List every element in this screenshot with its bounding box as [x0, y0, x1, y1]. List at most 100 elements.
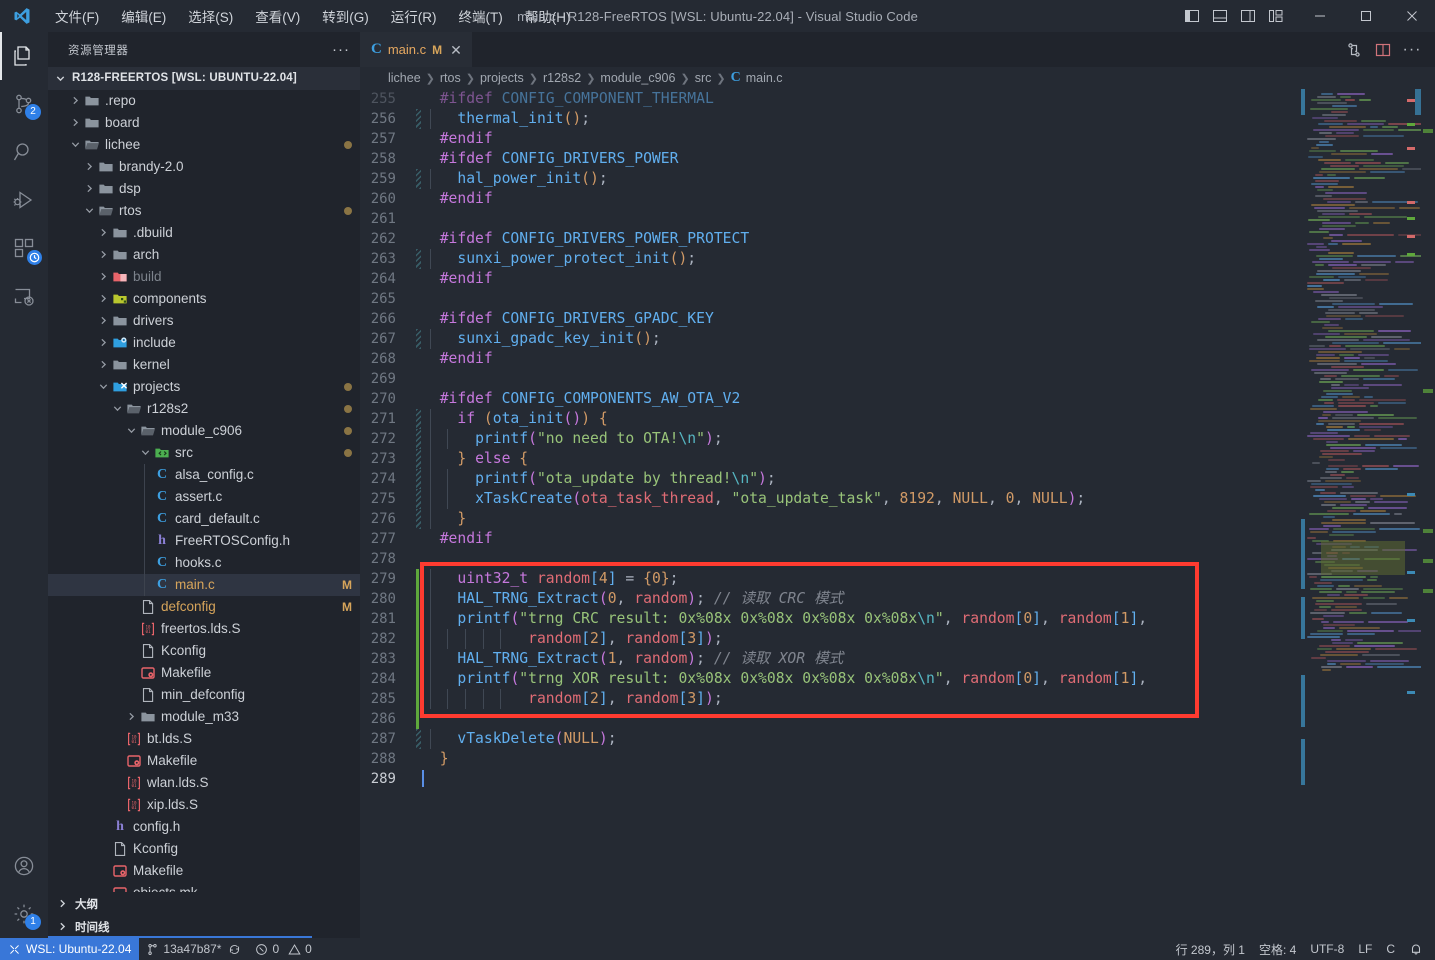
tree-file-row[interactable]: Kconfig: [48, 640, 360, 662]
menu-selection[interactable]: 选择(S): [177, 3, 244, 29]
tree-folder-row[interactable]: include: [48, 332, 360, 354]
tree-file-row[interactable]: hconfig.h: [48, 816, 360, 838]
timeline-section[interactable]: 时间线: [48, 915, 360, 938]
status-language-mode[interactable]: C: [1379, 938, 1402, 960]
tree-folder-row[interactable]: .dbuild: [48, 222, 360, 244]
code-line[interactable]: 275 xTaskCreate(ota_task_thread, "ota_up…: [360, 489, 1301, 509]
tree-folder-row[interactable]: arch: [48, 244, 360, 266]
line-content[interactable]: printf("ota_update by thread!\n");: [412, 469, 776, 489]
chevron-right-icon[interactable]: [96, 337, 110, 348]
maximize-button[interactable]: [1343, 0, 1389, 32]
tree-folder-row[interactable]: brandy-2.0: [48, 156, 360, 178]
tree-folder-row[interactable]: rtos: [48, 200, 360, 222]
code-line[interactable]: 268 #endif: [360, 349, 1301, 369]
line-content[interactable]: [412, 769, 424, 789]
tree-folder-row[interactable]: r128s2: [48, 398, 360, 420]
breadcrumb-item[interactable]: module_c906: [600, 71, 675, 85]
tree-folder-row[interactable]: build: [48, 266, 360, 288]
tree-folder-row[interactable]: .repo: [48, 90, 360, 112]
line-content[interactable]: printf("trng XOR result: 0x%08x 0x%08x 0…: [412, 669, 1147, 689]
explorer-more-actions-icon[interactable]: ···: [332, 42, 350, 57]
tree-file-row[interactable]: Makefile: [48, 662, 360, 684]
code-line[interactable]: 281 printf("trng CRC result: 0x%08x 0x%0…: [360, 609, 1301, 629]
line-content[interactable]: random[2], random[3]);: [412, 689, 723, 709]
code-line[interactable]: 267 sunxi_gpadc_key_init();: [360, 329, 1301, 349]
line-content[interactable]: printf("trng CRC result: 0x%08x 0x%08x 0…: [412, 609, 1147, 629]
sync-icon[interactable]: [228, 943, 241, 956]
more-actions-icon[interactable]: ···: [1399, 37, 1425, 63]
chevron-down-icon[interactable]: [124, 425, 138, 436]
line-content[interactable]: random[2], random[3]);: [412, 629, 723, 649]
code-line[interactable]: 280 HAL_TRNG_Extract(0, random); // 读取 C…: [360, 589, 1301, 609]
chevron-right-icon[interactable]: [68, 117, 82, 128]
breadcrumb-item[interactable]: src: [695, 71, 712, 85]
tree-file-row[interactable]: Makefile: [48, 860, 360, 882]
code-line[interactable]: 260 #endif: [360, 189, 1301, 209]
close-icon[interactable]: ✕: [450, 43, 462, 57]
line-content[interactable]: #endif: [412, 529, 493, 549]
line-content[interactable]: #ifdef CONFIG_COMPONENTS_AW_OTA_V2: [412, 389, 740, 409]
menu-view[interactable]: 查看(V): [244, 3, 311, 29]
tree-folder-row[interactable]: board: [48, 112, 360, 134]
tree-file-row[interactable]: Cmain.cM: [48, 574, 360, 596]
chevron-right-icon[interactable]: [96, 249, 110, 260]
line-content[interactable]: #endif: [412, 269, 493, 289]
activity-manage[interactable]: 1: [0, 890, 48, 938]
chevron-right-icon[interactable]: [96, 315, 110, 326]
menu-go[interactable]: 转到(G): [311, 3, 380, 29]
tree-file-row[interactable]: 1001xip.lds.S: [48, 794, 360, 816]
chevron-right-icon[interactable]: [82, 183, 96, 194]
chevron-right-icon[interactable]: [96, 271, 110, 282]
outline-section[interactable]: 大纲: [48, 892, 360, 915]
code-line[interactable]: 257 #endif: [360, 129, 1301, 149]
code-editor[interactable]: 255 #ifdef CONFIG_COMPONENT_THERMAL256 t…: [360, 89, 1435, 938]
menu-terminal[interactable]: 终端(T): [448, 3, 514, 29]
line-content[interactable]: #endif: [412, 129, 493, 149]
code-line[interactable]: 274 printf("ota_update by thread!\n");: [360, 469, 1301, 489]
code-scroll-area[interactable]: 255 #ifdef CONFIG_COMPONENT_THERMAL256 t…: [360, 89, 1301, 938]
code-line[interactable]: 282 random[2], random[3]);: [360, 629, 1301, 649]
tree-folder-row[interactable]: src: [48, 442, 360, 464]
status-branch[interactable]: 13a47b87*: [139, 938, 248, 960]
line-content[interactable]: hal_power_init();: [412, 169, 608, 189]
activity-run-debug[interactable]: [0, 176, 48, 224]
code-line[interactable]: 263 sunxi_power_protect_init();: [360, 249, 1301, 269]
breadcrumb-item[interactable]: projects: [480, 71, 524, 85]
line-content[interactable]: xTaskCreate(ota_task_thread, "ota_update…: [412, 489, 1085, 509]
toggle-primary-sidebar-icon[interactable]: [1179, 3, 1205, 29]
breadcrumb-item[interactable]: rtos: [440, 71, 461, 85]
minimap[interactable]: [1301, 89, 1421, 938]
chevron-right-icon[interactable]: [96, 293, 110, 304]
file-tree[interactable]: .repoboardlicheebrandy-2.0dsprtos.dbuild…: [48, 90, 360, 892]
tree-file-row[interactable]: Cassert.c: [48, 486, 360, 508]
code-line[interactable]: 256 thermal_init();: [360, 109, 1301, 129]
tree-folder-row[interactable]: module_m33: [48, 706, 360, 728]
tree-file-row[interactable]: Ccard_default.c: [48, 508, 360, 530]
tree-folder-row[interactable]: module_c906: [48, 420, 360, 442]
code-line[interactable]: 288 }: [360, 749, 1301, 769]
status-cursor-position[interactable]: 行 289，列 1: [1169, 938, 1252, 960]
tree-folder-row[interactable]: lichee: [48, 134, 360, 156]
breadcrumb-file[interactable]: Cmain.c: [731, 70, 783, 86]
code-line[interactable]: 262 #ifdef CONFIG_DRIVERS_POWER_PROTECT: [360, 229, 1301, 249]
split-diff-icon[interactable]: [1341, 37, 1367, 63]
line-content[interactable]: }: [412, 509, 466, 529]
line-content[interactable]: #endif: [412, 189, 493, 209]
code-lines[interactable]: 255 #ifdef CONFIG_COMPONENT_THERMAL256 t…: [360, 89, 1301, 789]
status-eol[interactable]: LF: [1351, 938, 1379, 960]
line-content[interactable]: thermal_init();: [412, 109, 590, 129]
breadcrumb-item[interactable]: lichee: [388, 71, 421, 85]
line-content[interactable]: printf("no need to OTA!\n");: [412, 429, 723, 449]
code-line[interactable]: 272 printf("no need to OTA!\n");: [360, 429, 1301, 449]
tree-file-row[interactable]: 1001bt.lds.S: [48, 728, 360, 750]
line-content[interactable]: sunxi_gpadc_key_init();: [412, 329, 661, 349]
activity-explorer[interactable]: [0, 32, 48, 80]
customize-layout-icon[interactable]: [1263, 3, 1289, 29]
code-line[interactable]: 264 #endif: [360, 269, 1301, 289]
tree-file-row[interactable]: 1001freertos.lds.S: [48, 618, 360, 640]
activity-extensions[interactable]: [0, 224, 48, 272]
line-content[interactable]: #endif: [412, 349, 493, 369]
code-line[interactable]: 258 #ifdef CONFIG_DRIVERS_POWER: [360, 149, 1301, 169]
line-content[interactable]: #ifdef CONFIG_COMPONENT_THERMAL: [412, 89, 714, 109]
status-indentation[interactable]: 空格: 4: [1252, 938, 1303, 960]
